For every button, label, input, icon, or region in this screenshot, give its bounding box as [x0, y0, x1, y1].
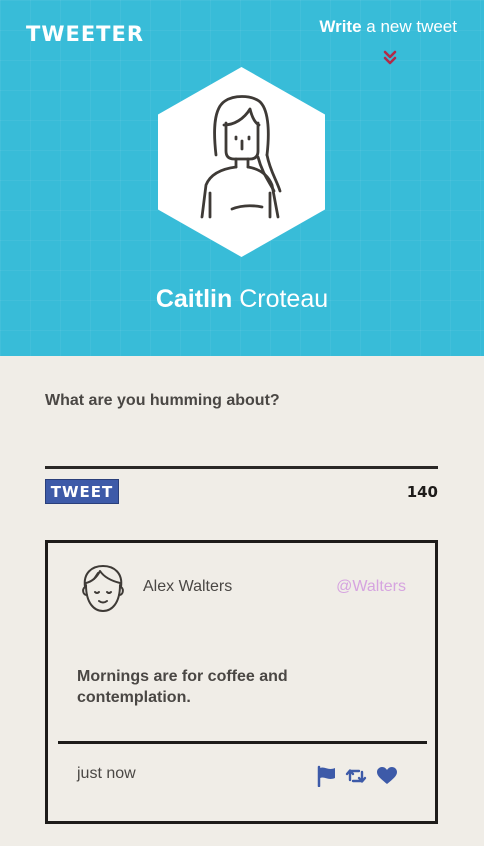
- tweet-timestamp: just now: [77, 765, 136, 782]
- write-new-tweet-link[interactable]: Write a new tweet: [319, 17, 457, 37]
- tweet-text: Mornings are for coffee and contemplatio…: [77, 668, 288, 706]
- profile-header: TWEETER Write a new tweet Caitlin Crotea…: [0, 0, 484, 356]
- tweet-input[interactable]: [45, 422, 438, 466]
- tweet-button[interactable]: TWEET: [45, 479, 119, 504]
- retweet-icon[interactable]: [345, 765, 367, 787]
- profile-avatar: [158, 67, 325, 257]
- compose-divider: [45, 466, 438, 469]
- write-link-bold: Write: [319, 17, 362, 36]
- profile-last-name: Croteau: [232, 285, 329, 313]
- profile-name: Caitlin Croteau: [0, 285, 484, 314]
- tweet-author-name[interactable]: Alex Walters: [143, 578, 232, 596]
- write-link-rest: a new tweet: [361, 17, 457, 36]
- tweet-divider: [58, 741, 427, 744]
- author-avatar: [82, 565, 124, 612]
- compose-prompt: What are you humming about?: [45, 392, 280, 409]
- tweet-author-handle[interactable]: @Walters: [336, 578, 406, 596]
- profile-first-name: Caitlin: [155, 285, 233, 313]
- tweet-card: Alex Walters @Walters Mornings are for c…: [45, 540, 438, 824]
- character-counter: 140: [406, 483, 438, 501]
- heart-icon[interactable]: [376, 765, 398, 787]
- app-logo[interactable]: TWEETER: [26, 22, 144, 46]
- chevron-double-down-icon[interactable]: [382, 50, 398, 66]
- flag-icon[interactable]: [316, 765, 338, 787]
